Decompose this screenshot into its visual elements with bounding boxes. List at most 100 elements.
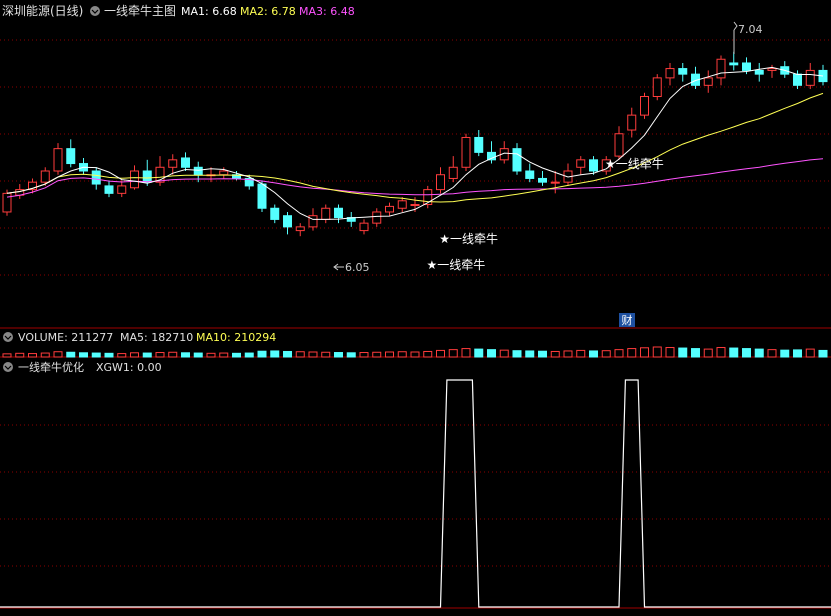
volume-bar[interactable] bbox=[742, 348, 751, 358]
volume-bars[interactable] bbox=[2, 346, 828, 358]
volume-bar[interactable] bbox=[15, 352, 25, 358]
volume-bar[interactable] bbox=[117, 353, 127, 358]
volume-bar[interactable] bbox=[28, 353, 37, 358]
candle[interactable] bbox=[678, 62, 688, 82]
volume-bar[interactable] bbox=[448, 349, 458, 358]
candle[interactable] bbox=[448, 156, 458, 183]
candle[interactable] bbox=[703, 70, 713, 93]
volume-bar[interactable] bbox=[627, 348, 637, 358]
volume-bar[interactable] bbox=[652, 346, 662, 358]
candle[interactable] bbox=[729, 51, 739, 71]
candle[interactable] bbox=[716, 55, 726, 86]
volume-bar[interactable] bbox=[308, 351, 318, 358]
volume-bar[interactable] bbox=[550, 350, 560, 358]
chevron-down-icon[interactable] bbox=[3, 332, 13, 342]
candle[interactable] bbox=[627, 107, 637, 138]
candle[interactable] bbox=[346, 211, 356, 227]
volume-bar[interactable] bbox=[91, 352, 101, 358]
finance-badge-label[interactable]: 财 bbox=[622, 313, 633, 327]
volume-bar[interactable] bbox=[66, 351, 76, 358]
volume-bar[interactable] bbox=[155, 352, 165, 358]
volume-bar[interactable] bbox=[436, 349, 445, 358]
volume-bar[interactable] bbox=[168, 351, 178, 358]
volume-bar[interactable] bbox=[257, 350, 267, 358]
candle[interactable] bbox=[270, 204, 280, 224]
volume-bar[interactable] bbox=[601, 350, 611, 358]
candle[interactable] bbox=[321, 204, 331, 224]
volume-bar[interactable] bbox=[754, 348, 764, 358]
volume-bar[interactable] bbox=[576, 349, 586, 358]
volume-bar[interactable] bbox=[614, 349, 624, 358]
candle[interactable] bbox=[168, 154, 178, 175]
candle[interactable] bbox=[538, 171, 547, 186]
volume-bar[interactable] bbox=[40, 352, 50, 358]
candle[interactable] bbox=[283, 211, 292, 235]
candle[interactable] bbox=[805, 62, 815, 90]
candle[interactable] bbox=[181, 152, 190, 171]
volume-bar[interactable] bbox=[321, 351, 331, 358]
chevron-down-icon[interactable] bbox=[90, 6, 100, 16]
candle[interactable] bbox=[397, 197, 407, 212]
candle[interactable] bbox=[372, 208, 382, 227]
candle[interactable] bbox=[104, 180, 114, 198]
candle[interactable] bbox=[512, 143, 522, 175]
volume-bar[interactable] bbox=[703, 348, 713, 358]
candlestick-series[interactable] bbox=[2, 51, 828, 237]
volume-bar[interactable] bbox=[2, 353, 12, 358]
volume-bar[interactable] bbox=[104, 352, 114, 358]
volume-bar[interactable] bbox=[206, 352, 216, 358]
volume-bar[interactable] bbox=[193, 352, 203, 358]
candle[interactable] bbox=[652, 74, 662, 101]
volume-bar[interactable] bbox=[334, 352, 343, 358]
volume-bar[interactable] bbox=[589, 350, 598, 358]
candle[interactable] bbox=[66, 139, 76, 168]
volume-bar[interactable] bbox=[130, 352, 139, 358]
volume-bar[interactable] bbox=[410, 351, 420, 358]
candle[interactable] bbox=[665, 62, 675, 86]
volume-bar[interactable] bbox=[142, 352, 152, 358]
candle[interactable] bbox=[499, 141, 509, 164]
volume-bar[interactable] bbox=[538, 350, 547, 358]
volume-bar[interactable] bbox=[283, 350, 292, 358]
candle[interactable] bbox=[818, 64, 828, 86]
candle[interactable] bbox=[754, 62, 764, 82]
volume-bar[interactable] bbox=[793, 349, 802, 358]
volume-bar[interactable] bbox=[512, 350, 522, 358]
candle[interactable] bbox=[334, 204, 343, 224]
volume-bar[interactable] bbox=[780, 349, 790, 358]
volume-bar[interactable] bbox=[818, 349, 828, 358]
finance-badge[interactable]: 财 bbox=[619, 313, 635, 327]
candle[interactable] bbox=[359, 219, 369, 235]
volume-bar[interactable] bbox=[563, 350, 573, 358]
candle[interactable] bbox=[40, 167, 50, 186]
candle[interactable] bbox=[487, 141, 496, 164]
volume-bar[interactable] bbox=[232, 352, 241, 358]
candle[interactable] bbox=[550, 171, 560, 194]
volume-bar[interactable] bbox=[270, 350, 280, 358]
volume-bar[interactable] bbox=[219, 352, 229, 358]
volume-bar[interactable] bbox=[53, 351, 63, 358]
candle[interactable] bbox=[436, 167, 445, 194]
volume-bar[interactable] bbox=[244, 352, 254, 358]
chevron-down-icon[interactable] bbox=[3, 362, 13, 372]
volume-bar[interactable] bbox=[461, 348, 471, 358]
candle[interactable] bbox=[385, 202, 394, 216]
candle[interactable] bbox=[525, 163, 535, 183]
candle[interactable] bbox=[117, 180, 127, 198]
volume-bar[interactable] bbox=[397, 351, 407, 358]
volume-bar[interactable] bbox=[295, 351, 305, 358]
volume-bar[interactable] bbox=[729, 347, 739, 358]
candle[interactable] bbox=[691, 66, 700, 90]
volume-bar[interactable] bbox=[474, 348, 484, 358]
candle[interactable] bbox=[614, 126, 624, 160]
candle[interactable] bbox=[53, 143, 63, 175]
volume-bar[interactable] bbox=[767, 349, 777, 358]
volume-bar[interactable] bbox=[805, 348, 815, 358]
volume-bar[interactable] bbox=[487, 349, 496, 358]
volume-bar[interactable] bbox=[640, 347, 649, 358]
candle[interactable] bbox=[767, 64, 777, 78]
candle[interactable] bbox=[423, 185, 433, 209]
volume-bar[interactable] bbox=[385, 351, 394, 358]
volume-bar[interactable] bbox=[423, 350, 433, 358]
volume-bar[interactable] bbox=[665, 347, 675, 358]
